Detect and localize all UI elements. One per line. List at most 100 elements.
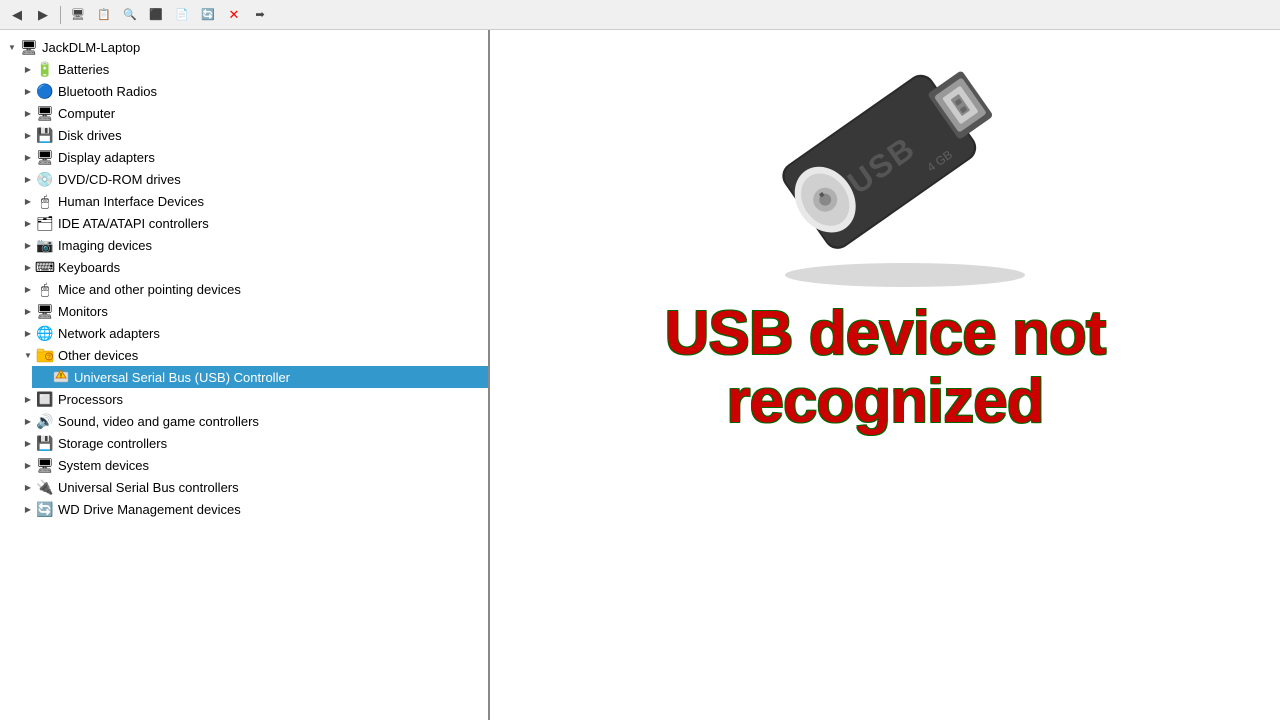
error-line2: recognized — [665, 368, 1106, 436]
system-label: System devices — [58, 458, 149, 473]
error-message: USB device not recognized — [665, 300, 1106, 436]
usb-image-area: USB 4 GB — [500, 50, 1270, 290]
storage-expand-btn[interactable] — [20, 435, 36, 451]
keyboards-label: Keyboards — [58, 260, 120, 275]
disk-icon: 💾 — [36, 126, 54, 144]
tree-item-bluetooth[interactable]: 🔵 Bluetooth Radios — [16, 80, 488, 102]
tree-item-network[interactable]: 🌐 Network adapters — [16, 322, 488, 344]
sound-label: Sound, video and game controllers — [58, 414, 259, 429]
ide-expand-btn[interactable] — [20, 215, 36, 231]
network-expand-btn[interactable] — [20, 325, 36, 341]
other-folder-icon: ? — [36, 346, 54, 364]
toolbar-btn-help[interactable]: ➡ — [249, 4, 271, 26]
mice-label: Mice and other pointing devices — [58, 282, 241, 297]
tree-item-system[interactable]: 🖥 System devices — [16, 454, 488, 476]
dvd-icon: 💿 — [36, 170, 54, 188]
toolbar-btn-4[interactable]: ⬛ — [145, 4, 167, 26]
toolbar-sep-1 — [60, 6, 61, 24]
network-label: Network adapters — [58, 326, 160, 341]
computer-expand-btn[interactable] — [20, 105, 36, 121]
ide-icon: 🗂 — [36, 214, 54, 232]
toolbar: ◀ ▶ 🖥 📋 🔍 ⬛ 📄 🔄 ✕ ➡ — [0, 0, 1280, 30]
device-tree: 🖥 JackDLM-Laptop 🔋 Batteries 🔵 Bluetooth… — [0, 34, 488, 522]
batteries-icon: 🔋 — [36, 60, 54, 78]
tree-item-computer[interactable]: 🖥 Computer — [16, 102, 488, 124]
sound-icon: 🔊 — [36, 412, 54, 430]
batteries-expand-btn[interactable] — [20, 61, 36, 77]
error-line1: USB device not — [665, 300, 1106, 368]
hid-expand-btn[interactable] — [20, 193, 36, 209]
tree-item-display[interactable]: 🖥 Display adapters — [16, 146, 488, 168]
toolbar-btn-delete[interactable]: ✕ — [223, 4, 245, 26]
wd-label: WD Drive Management devices — [58, 502, 241, 517]
tree-item-mice[interactable]: 🖱 Mice and other pointing devices — [16, 278, 488, 300]
computer-icon: 🖥 — [36, 104, 54, 122]
tree-item-ide[interactable]: 🗂 IDE ATA/ATAPI controllers — [16, 212, 488, 234]
system-icon: 🖥 — [36, 456, 54, 474]
wd-expand-btn[interactable] — [20, 501, 36, 517]
toolbar-btn-1[interactable]: 🖥 — [67, 4, 89, 26]
display-icon: 🖥 — [36, 148, 54, 166]
tree-item-monitors[interactable]: 🖥 Monitors — [16, 300, 488, 322]
toolbar-btn-2[interactable]: 📋 — [93, 4, 115, 26]
usb-label: Universal Serial Bus controllers — [58, 480, 239, 495]
keyboards-icon: ⌨ — [36, 258, 54, 276]
monitors-icon: 🖥 — [36, 302, 54, 320]
tree-item-hid[interactable]: 🖱 Human Interface Devices — [16, 190, 488, 212]
mice-expand-btn[interactable] — [20, 281, 36, 297]
tree-item-dvd[interactable]: 💿 DVD/CD-ROM drives — [16, 168, 488, 190]
tree-item-usb-ctrl[interactable]: ! Universal Serial Bus (USB) Controller — [32, 366, 488, 388]
toolbar-back-btn[interactable]: ◀ — [6, 4, 28, 26]
svg-text:!: ! — [60, 374, 62, 380]
root-label: JackDLM-Laptop — [42, 40, 140, 55]
tree-item-imaging[interactable]: 📷 Imaging devices — [16, 234, 488, 256]
tree-item-batteries[interactable]: 🔋 Batteries — [16, 58, 488, 80]
bluetooth-expand-btn[interactable] — [20, 83, 36, 99]
tree-item-disk[interactable]: 💾 Disk drives — [16, 124, 488, 146]
disk-label: Disk drives — [58, 128, 122, 143]
root-expand-btn[interactable] — [4, 39, 20, 55]
hid-icon: 🖱 — [36, 192, 54, 210]
other-expand-btn[interactable] — [20, 347, 36, 363]
tree-item-wd[interactable]: 🔄 WD Drive Management devices — [16, 498, 488, 520]
processors-icon: 🔲 — [36, 390, 54, 408]
other-label: Other devices — [58, 348, 138, 363]
keyboards-expand-btn[interactable] — [20, 259, 36, 275]
imaging-expand-btn[interactable] — [20, 237, 36, 253]
tree-item-sound[interactable]: 🔊 Sound, video and game controllers — [16, 410, 488, 432]
hid-label: Human Interface Devices — [58, 194, 204, 209]
monitors-label: Monitors — [58, 304, 108, 319]
tree-root-item[interactable]: 🖥 JackDLM-Laptop — [0, 36, 488, 58]
toolbar-btn-3[interactable]: 🔍 — [119, 4, 141, 26]
dvd-expand-btn[interactable] — [20, 171, 36, 187]
monitors-expand-btn[interactable] — [20, 303, 36, 319]
right-panel: USB 4 GB — [490, 30, 1280, 720]
usb-drive-svg: USB 4 GB — [715, 50, 1055, 290]
toolbar-btn-5[interactable]: 📄 — [171, 4, 193, 26]
bluetooth-icon: 🔵 — [36, 82, 54, 100]
usb-expand-btn[interactable] — [20, 479, 36, 495]
computer-label: Computer — [58, 106, 115, 121]
processors-label: Processors — [58, 392, 123, 407]
storage-label: Storage controllers — [58, 436, 167, 451]
tree-item-other[interactable]: ? Other devices — [16, 344, 488, 366]
disk-expand-btn[interactable] — [20, 127, 36, 143]
display-label: Display adapters — [58, 150, 155, 165]
system-expand-btn[interactable] — [20, 457, 36, 473]
dvd-label: DVD/CD-ROM drives — [58, 172, 181, 187]
processors-expand-btn[interactable] — [20, 391, 36, 407]
usb-ctrl-warning-icon: ! — [52, 368, 70, 386]
tree-item-processors[interactable]: 🔲 Processors — [16, 388, 488, 410]
usb-icon: 🔌 — [36, 478, 54, 496]
display-expand-btn[interactable] — [20, 149, 36, 165]
usb-ctrl-label: Universal Serial Bus (USB) Controller — [74, 370, 290, 385]
toolbar-btn-refresh[interactable]: 🔄 — [197, 4, 219, 26]
tree-item-keyboards[interactable]: ⌨ Keyboards — [16, 256, 488, 278]
ide-label: IDE ATA/ATAPI controllers — [58, 216, 209, 231]
batteries-label: Batteries — [58, 62, 109, 77]
root-computer-icon: 🖥 — [20, 38, 38, 56]
sound-expand-btn[interactable] — [20, 413, 36, 429]
tree-item-storage[interactable]: 💾 Storage controllers — [16, 432, 488, 454]
toolbar-forward-btn[interactable]: ▶ — [32, 4, 54, 26]
tree-item-usb[interactable]: 🔌 Universal Serial Bus controllers — [16, 476, 488, 498]
